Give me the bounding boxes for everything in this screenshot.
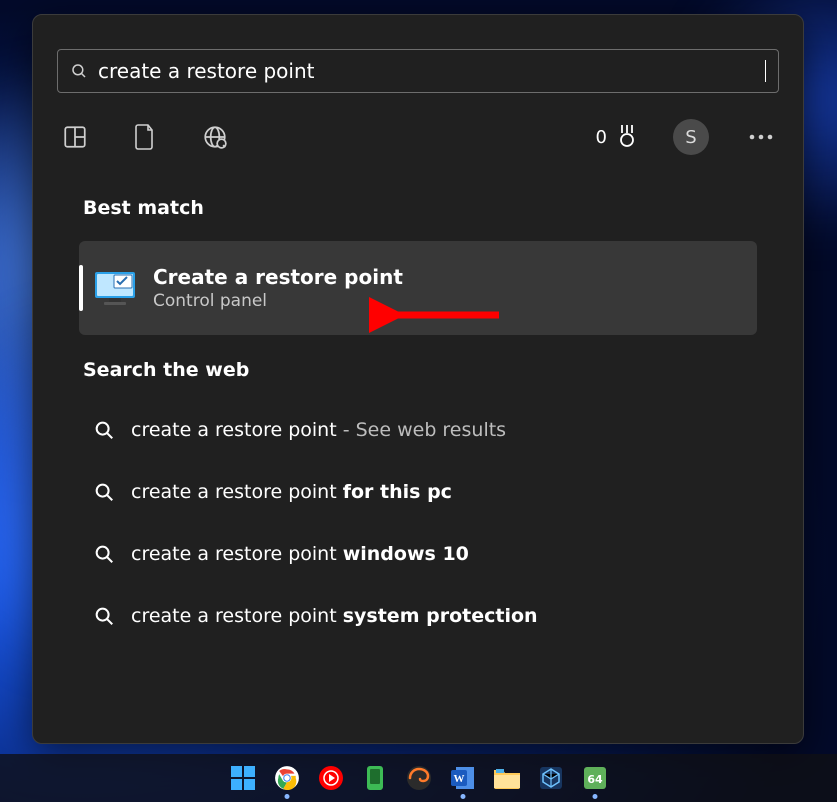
web-result[interactable]: create a restore point for this pc bbox=[79, 461, 757, 523]
search-bar[interactable] bbox=[57, 49, 779, 93]
filter-apps-icon[interactable] bbox=[57, 119, 93, 155]
taskbar-youtube-music-icon[interactable] bbox=[316, 763, 346, 793]
taskbar: W 64 bbox=[0, 754, 837, 802]
search-web-heading: Search the web bbox=[83, 359, 803, 381]
taskbar-phone-link-icon[interactable] bbox=[360, 763, 390, 793]
best-match-title: Create a restore point bbox=[153, 265, 403, 289]
svg-text:64: 64 bbox=[587, 773, 603, 786]
filter-documents-icon[interactable] bbox=[127, 119, 163, 155]
avatar-initial: S bbox=[685, 127, 696, 148]
search-input[interactable] bbox=[88, 59, 766, 83]
web-result[interactable]: create a restore point windows 10 bbox=[79, 523, 757, 585]
medal-icon bbox=[615, 123, 639, 151]
search-filter-bar: 0 S bbox=[57, 113, 779, 161]
rewards-count: 0 bbox=[596, 127, 607, 148]
svg-text:W: W bbox=[453, 773, 464, 785]
taskbar-chrome-icon[interactable] bbox=[272, 763, 302, 793]
user-avatar[interactable]: S bbox=[673, 119, 709, 155]
filter-web-icon[interactable] bbox=[197, 119, 233, 155]
taskbar-start-button[interactable] bbox=[228, 763, 258, 793]
rewards-button[interactable]: 0 bbox=[596, 123, 639, 151]
search-icon bbox=[93, 481, 115, 503]
taskbar-edge-canary-icon[interactable] bbox=[404, 763, 434, 793]
windows-search-panel: 0 S Best match Create a restore point bbox=[32, 14, 804, 744]
text-caret bbox=[765, 60, 766, 82]
web-result[interactable]: create a restore point system protection bbox=[79, 585, 757, 647]
taskbar-virtualbox-icon[interactable] bbox=[536, 763, 566, 793]
taskbar-word-icon[interactable]: W bbox=[448, 763, 478, 793]
search-icon bbox=[70, 62, 88, 80]
search-icon bbox=[93, 543, 115, 565]
system-properties-icon bbox=[93, 268, 137, 308]
taskbar-file-explorer-icon[interactable] bbox=[492, 763, 522, 793]
search-icon bbox=[93, 605, 115, 627]
web-results-list: create a restore point - See web results… bbox=[79, 399, 757, 647]
best-match-result[interactable]: Create a restore point Control panel bbox=[79, 241, 757, 335]
more-options-icon[interactable] bbox=[743, 119, 779, 155]
search-icon bbox=[93, 419, 115, 441]
web-result[interactable]: create a restore point - See web results bbox=[79, 399, 757, 461]
taskbar-notepad-plus-icon[interactable]: 64 bbox=[580, 763, 610, 793]
best-match-subtitle: Control panel bbox=[153, 291, 403, 311]
best-match-heading: Best match bbox=[83, 197, 803, 219]
